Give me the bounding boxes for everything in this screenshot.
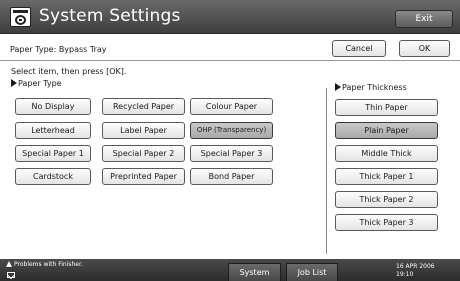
thickness-option[interactable]: Middle Thick xyxy=(335,145,438,162)
app-title: System Settings xyxy=(39,6,181,26)
status-alert-text: Problems with Finisher. xyxy=(14,261,83,268)
paper-type-option[interactable]: Special Paper 1 xyxy=(15,145,91,162)
date-text: 16 APR 2006 xyxy=(396,263,435,270)
time-text: 19:10 xyxy=(396,271,414,278)
cancel-button[interactable]: Cancel xyxy=(332,40,386,57)
warning-icon xyxy=(6,261,12,267)
settings-icon xyxy=(10,7,31,27)
status-bar: Problems with Finisher. System Status Jo… xyxy=(0,259,460,281)
thickness-option-selected[interactable]: Plain Paper xyxy=(335,122,438,139)
page-subtitle: Paper Type: Bypass Tray xyxy=(10,45,107,54)
section-divider xyxy=(326,88,327,254)
system-status-button[interactable]: System Status xyxy=(228,263,281,281)
paper-thickness-heading: Paper Thickness xyxy=(335,83,407,92)
job-list-button[interactable]: Job List xyxy=(286,263,338,281)
paper-type-option[interactable]: Special Paper 2 xyxy=(102,145,185,162)
paper-type-option[interactable]: Bond Paper xyxy=(190,168,273,185)
instruction-text: Select item, then press [OK]. xyxy=(11,67,127,76)
title-bar: System Settings Exit xyxy=(0,0,460,34)
exit-button[interactable]: Exit xyxy=(395,10,453,28)
header-row: Paper Type: Bypass Tray Cancel OK xyxy=(0,37,460,61)
paper-type-option[interactable]: Cardstock xyxy=(15,168,91,185)
paper-type-option[interactable]: Letterhead xyxy=(15,122,91,139)
thickness-option[interactable]: Thick Paper 3 xyxy=(335,214,438,231)
envelope-icon xyxy=(7,272,15,278)
paper-type-option[interactable]: Label Paper xyxy=(102,122,185,139)
section-arrow-icon xyxy=(335,83,341,91)
paper-type-option[interactable]: No Display xyxy=(15,98,91,115)
date-time: 16 APR 2006 19:10 xyxy=(396,263,435,279)
paper-type-option[interactable]: Preprinted Paper xyxy=(102,168,185,185)
paper-type-option-selected[interactable]: OHP (Transparency) xyxy=(190,122,273,139)
section-arrow-icon xyxy=(11,79,17,87)
paper-type-option[interactable]: Recycled Paper xyxy=(102,98,185,115)
thickness-option[interactable]: Thin Paper xyxy=(335,99,438,116)
thickness-option[interactable]: Thick Paper 2 xyxy=(335,191,438,208)
status-alert[interactable]: Problems with Finisher. xyxy=(6,261,83,269)
paper-type-heading: Paper Type xyxy=(11,79,62,88)
paper-type-option[interactable]: Special Paper 3 xyxy=(190,145,273,162)
paper-type-option[interactable]: Colour Paper xyxy=(190,98,273,115)
ok-button[interactable]: OK xyxy=(399,40,450,57)
thickness-option[interactable]: Thick Paper 1 xyxy=(335,168,438,185)
